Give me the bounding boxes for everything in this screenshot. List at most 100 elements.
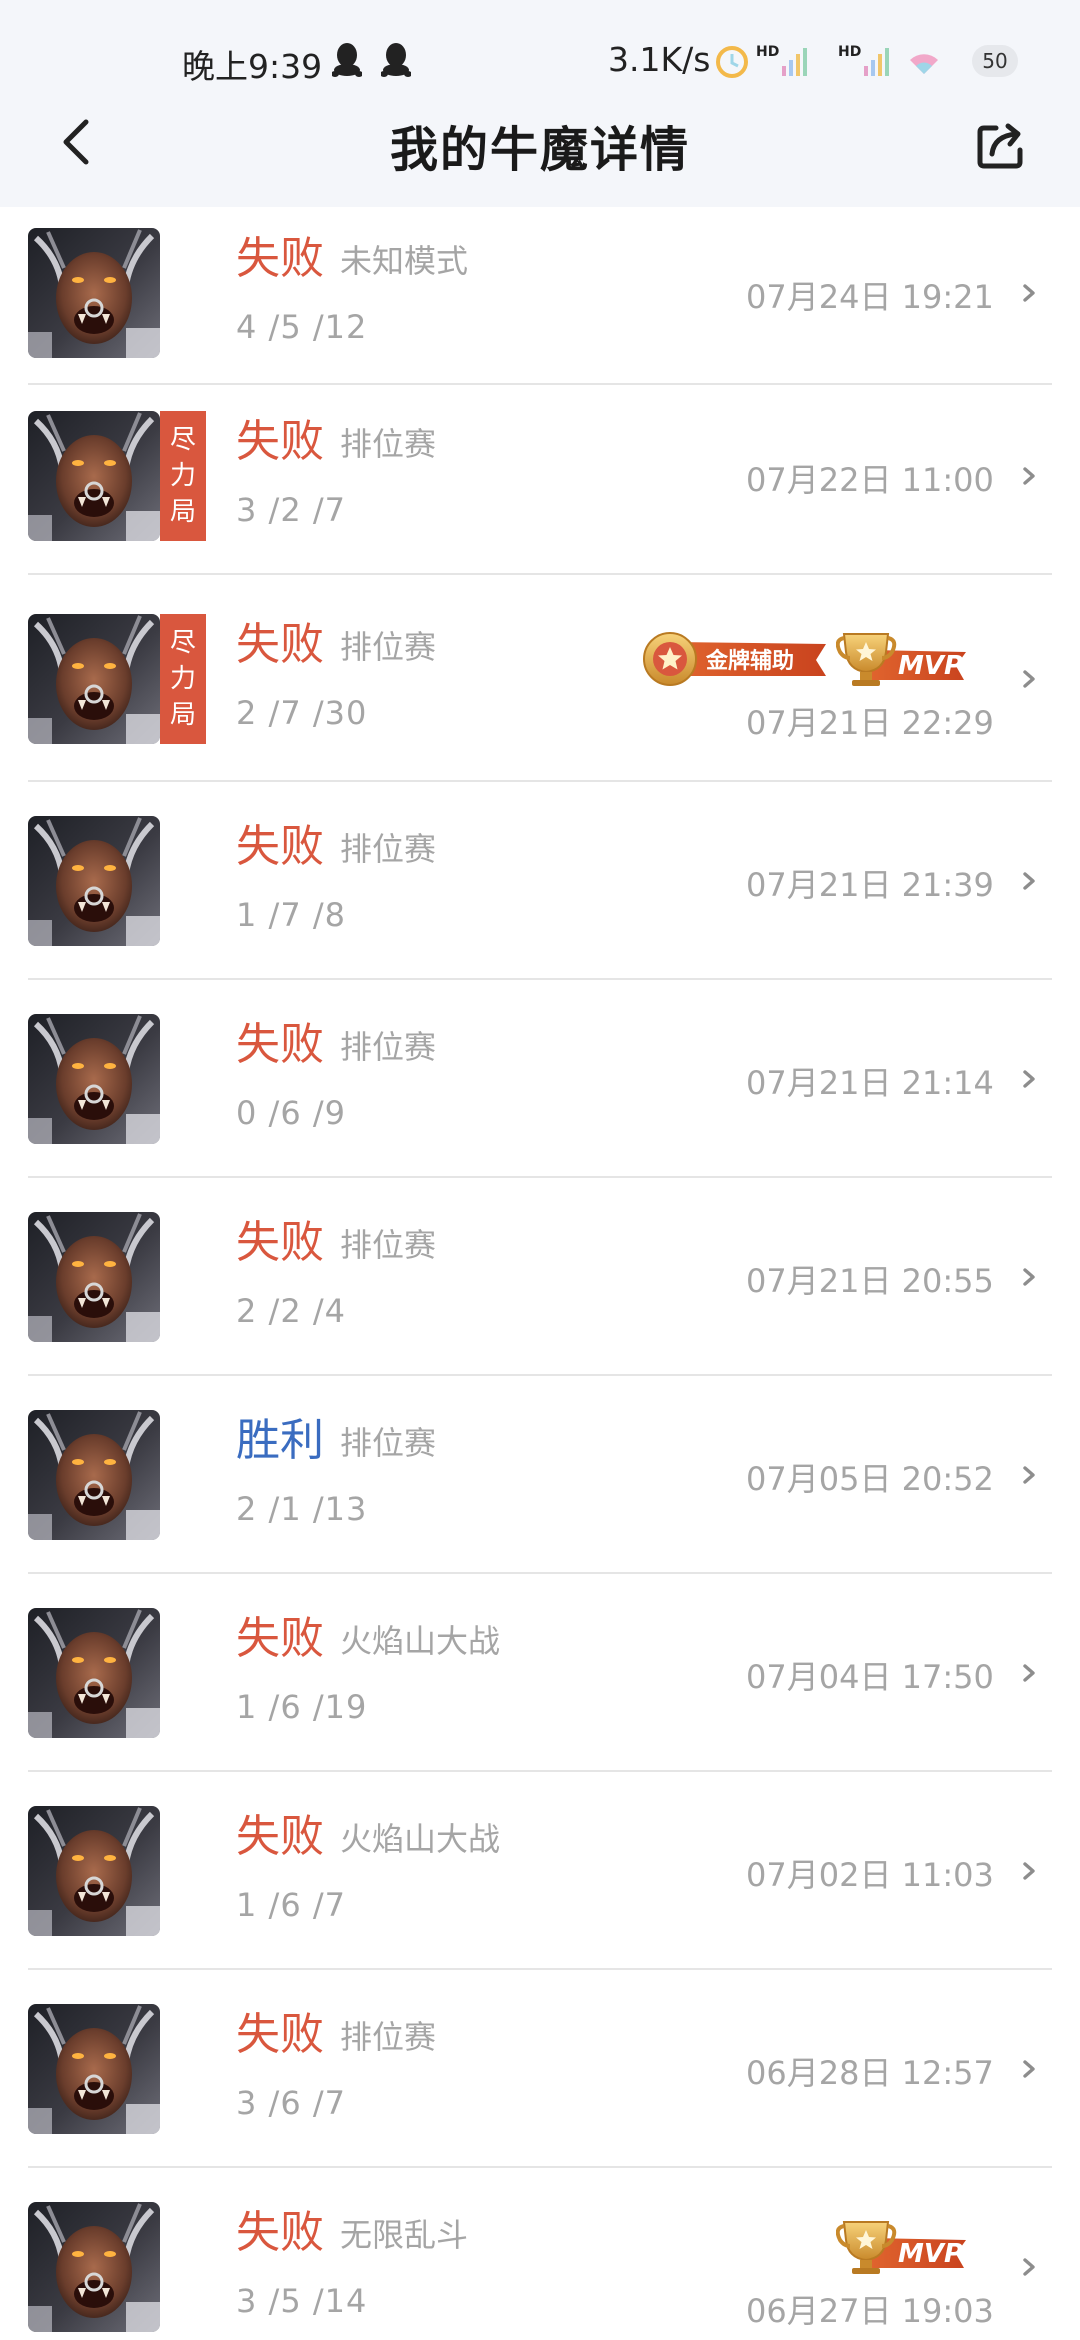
match-kda: 3 /2 /7 (236, 491, 346, 529)
match-datetime: 07月21日 20:55 (746, 1262, 994, 1300)
match-row[interactable]: 失败 无限乱斗 3 /5 /14 06月27日 19:03 MVP (0, 2168, 1080, 2340)
match-datetime: 07月22日 11:00 (746, 461, 994, 499)
match-kda: 2 /7 /30 (236, 694, 368, 732)
match-mode: 排位赛 (340, 1028, 437, 1066)
share-icon[interactable] (974, 116, 1030, 172)
qq-notification-icon (332, 43, 362, 77)
chevron-right-icon[interactable] (1018, 870, 1040, 892)
app-root: 晚上9:39 3.1K/s HD HD 50 我的牛魔详情 失败 未知模式 4 … (0, 0, 1080, 2340)
match-row[interactable]: 胜利 排位赛 2 /1 /13 07月05日 20:52 (0, 1376, 1080, 1574)
match-result: 失败 (236, 619, 324, 670)
match-datetime: 06月27日 19:03 (746, 2292, 994, 2330)
chevron-right-icon[interactable] (1018, 1662, 1040, 1684)
match-result: 失败 (236, 821, 324, 872)
match-row[interactable]: 尽力局失败 排位赛 3 /2 /7 07月22日 11:00 (0, 377, 1080, 575)
qq-notification-icon (381, 43, 411, 77)
header: 晚上9:39 3.1K/s HD HD 50 我的牛魔详情 (0, 0, 1080, 207)
chevron-right-icon[interactable] (1018, 1860, 1040, 1882)
alarm-icon (716, 46, 748, 78)
status-time: 晚上9:39 (182, 47, 323, 86)
match-kda: 0 /6 /9 (236, 1094, 346, 1132)
signal-icon-1 (782, 48, 807, 76)
chevron-right-icon[interactable] (1018, 2058, 1040, 2080)
match-result: 失败 (236, 233, 324, 284)
match-datetime: 07月21日 21:39 (746, 866, 994, 904)
hero-avatar (28, 411, 160, 541)
hero-avatar (28, 1212, 160, 1342)
match-row[interactable]: 失败 未知模式 4 /5 /12 07月24日 19:21 (0, 207, 1080, 385)
match-mode: 火焰山大战 (340, 1622, 501, 1660)
match-kda: 1 /6 /7 (236, 1886, 346, 1924)
hero-avatar (28, 816, 160, 946)
match-result: 失败 (236, 2207, 324, 2258)
status-indicators: HD HD (716, 44, 938, 78)
match-result: 失败 (236, 1811, 324, 1862)
match-datetime: 07月02日 11:03 (746, 1856, 994, 1894)
chevron-right-icon[interactable] (1018, 1068, 1040, 1090)
effort-badge-char: 力 (169, 461, 196, 491)
gold-support-medal-icon: 金牌辅助 (643, 632, 826, 686)
battery-indicator: 50 (972, 45, 1018, 77)
match-result: 失败 (236, 416, 324, 467)
chevron-right-icon[interactable] (1018, 1266, 1040, 1288)
match-mode: 排位赛 (340, 830, 437, 868)
chevron-right-icon[interactable] (1018, 282, 1040, 304)
hero-avatar (28, 614, 160, 744)
wifi-icon (910, 54, 938, 74)
mvp-label: MVP (898, 2239, 963, 2269)
hero-avatar (28, 1014, 160, 1144)
match-list[interactable]: 失败 未知模式 4 /5 /12 07月24日 19:21 尽力局失败 排位赛 3 /2 /… (0, 207, 1080, 2340)
match-row[interactable]: 失败 排位赛 2 /2 /4 07月21日 20:55 (0, 1178, 1080, 1376)
network-speed: 3.1K/s (608, 40, 711, 79)
match-row[interactable]: 尽力局失败 排位赛 2 /7 /30 07月21日 22:29 MVP 金牌辅助 (0, 575, 1080, 782)
match-result: 失败 (236, 1019, 324, 1070)
match-kda: 3 /6 /7 (236, 2084, 346, 2122)
match-kda: 2 /1 /13 (236, 1490, 368, 1528)
match-mode: 排位赛 (340, 628, 437, 666)
chevron-right-icon[interactable] (1018, 1464, 1040, 1486)
hero-avatar (28, 1410, 160, 1540)
match-datetime: 07月24日 19:21 (746, 278, 994, 316)
hero-avatar (28, 1806, 160, 1936)
mvp-medal-icon: MVP (836, 2221, 966, 2274)
svg-text:HD: HD (838, 44, 861, 60)
svg-text:HD: HD (756, 44, 779, 60)
match-row[interactable]: 失败 排位赛 1 /7 /8 07月21日 21:39 (0, 782, 1080, 980)
chevron-right-icon[interactable] (1018, 2256, 1040, 2278)
match-row[interactable]: 失败 排位赛 0 /6 /9 07月21日 21:14 (0, 980, 1080, 1178)
match-kda: 1 /6 /19 (236, 1688, 368, 1726)
mvp-label: MVP (898, 651, 963, 681)
match-row[interactable]: 失败 火焰山大战 1 /6 /7 07月02日 11:03 (0, 1772, 1080, 1970)
match-result: 失败 (236, 1613, 324, 1664)
match-datetime: 07月21日 21:14 (746, 1064, 994, 1102)
effort-badge-char: 力 (169, 664, 196, 694)
effort-badge: 尽力局 (160, 614, 206, 744)
nav-bar: 我的牛魔详情 (0, 100, 1080, 207)
match-mode: 排位赛 (340, 1424, 437, 1462)
gold-support-label: 金牌辅助 (705, 648, 794, 674)
hero-avatar (28, 2004, 160, 2134)
match-row[interactable]: 失败 火焰山大战 1 /6 /19 07月04日 17:50 (0, 1574, 1080, 1772)
mvp-medal-icon: MVP (836, 633, 966, 686)
match-datetime: 07月04日 17:50 (746, 1658, 994, 1696)
match-kda: 3 /5 /14 (236, 2282, 368, 2320)
effort-badge: 尽力局 (160, 411, 206, 541)
match-mode: 排位赛 (340, 1226, 437, 1264)
match-result: 失败 (236, 2009, 324, 2060)
match-datetime: 06月28日 12:57 (746, 2054, 994, 2092)
chevron-right-icon[interactable] (1018, 465, 1040, 487)
match-row[interactable]: 失败 排位赛 3 /6 /7 06月28日 12:57 (0, 1970, 1080, 2168)
match-kda: 1 /7 /8 (236, 896, 346, 934)
chevron-right-icon[interactable] (1018, 668, 1040, 690)
signal-icon-2 (864, 48, 889, 76)
effort-badge-char: 局 (169, 700, 196, 730)
effort-badge-char: 尽 (169, 628, 196, 658)
effort-badge-char: 局 (169, 497, 196, 527)
hero-avatar (28, 1608, 160, 1738)
hero-avatar (28, 2202, 160, 2332)
match-datetime: 07月05日 20:52 (746, 1460, 994, 1498)
match-mode: 排位赛 (340, 425, 437, 463)
match-mode: 未知模式 (340, 242, 469, 280)
match-kda: 4 /5 /12 (236, 308, 368, 346)
match-mode: 无限乱斗 (340, 2216, 469, 2254)
